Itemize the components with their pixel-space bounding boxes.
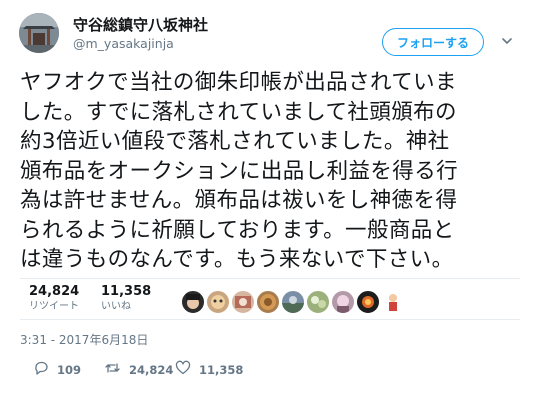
account-handle[interactable]: @m_yasakajinja [73,36,174,51]
heart-icon [175,360,191,380]
tweet-line: ヤフオクで当社の御朱印帳が出品されていま [20,70,457,95]
retweets-stat[interactable]: 24,824 リツイート [29,284,79,314]
tweet-text: ヤフオクで当社の御朱印帳が出品されていま した。すでに落札されていまして社頭頒布… [20,68,525,275]
retweets-label: リツイート [29,301,79,312]
reply-button[interactable]: 109 [33,360,82,380]
shrine-photo [19,13,59,53]
avatar[interactable] [231,290,255,314]
tweet-timestamp[interactable]: 3:31 - 2017年6月18日 [20,331,148,348]
tweet-line: 頒布品をオークションに出品し利益を得る行 [20,158,459,184]
likes-label: いいね [101,301,131,312]
reply-count: 109 [57,363,82,377]
avatar[interactable] [181,290,205,314]
avatar[interactable] [331,290,355,314]
likes-count: 11,358 [101,284,152,299]
retweet-count: 24,824 [129,363,174,377]
avatar[interactable] [206,290,230,314]
avatar[interactable] [381,290,405,314]
display-name[interactable]: 守谷総鎮守八坂神社 [73,14,208,35]
retweet-button[interactable]: 24,824 [104,362,173,378]
retweet-icon [104,360,121,380]
like-count: 11,358 [199,363,244,377]
avatar[interactable] [256,290,280,314]
tweet-line: した。すでに落札されていまして社頭頒布の [20,99,457,125]
tweet-line: は違うものなんです。もう来ないで下さい。 [20,247,454,272]
avatar[interactable] [306,290,330,314]
tweet-line: 為は許せません。頒布品は祓いをし神徳を得 [20,188,458,213]
tweet-line: 約3倍近い値段で落札されていました。神社 [20,129,450,154]
divider [20,278,520,279]
retweets-count: 24,824 [29,284,80,299]
follow-button[interactable]: フォローする [382,28,484,56]
avatar[interactable] [356,290,380,314]
avatar[interactable] [281,290,305,314]
tweet-line: られるように祈願しております。一般商品と [20,217,455,243]
reply-icon [33,360,49,380]
divider [20,319,520,320]
avatar[interactable] [19,13,59,53]
likes-stat[interactable]: 11,358 いいね [101,284,151,314]
chevron-down-icon[interactable] [500,33,514,47]
like-button[interactable]: 11,358 [175,360,244,380]
